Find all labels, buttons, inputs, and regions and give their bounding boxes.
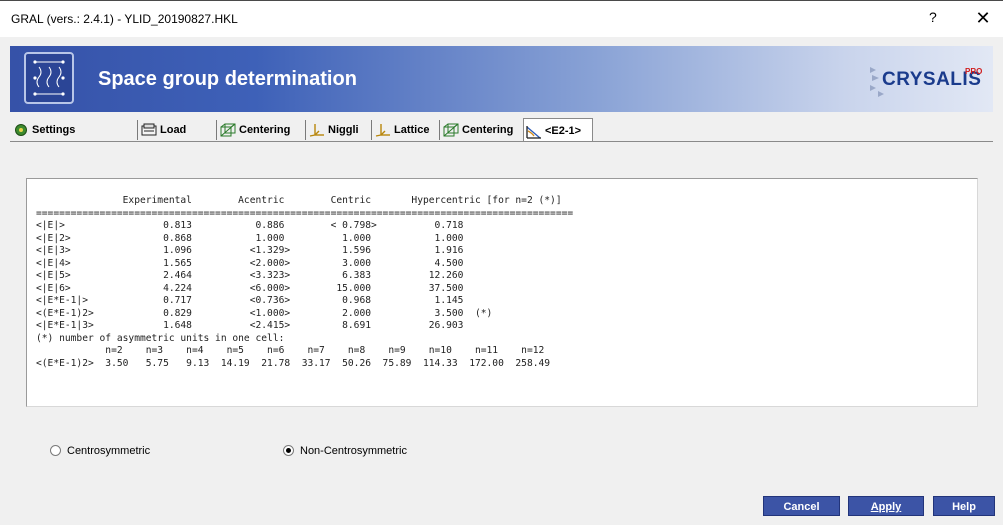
apply-button[interactable]: Apply xyxy=(848,496,924,516)
n-header: n=2 n=3 n=4 n=5 n=6 n=7 n=8 n=9 n=10 n=1… xyxy=(36,345,545,356)
stats-row: <|E*E-1|3> 1.648 <2.415> 8.691 26.903 xyxy=(36,320,464,331)
tab-label: Centering xyxy=(462,124,514,136)
non-centrosymmetric-radio[interactable]: Non-Centrosymmetric xyxy=(283,443,407,459)
tab-centering[interactable]: Centering xyxy=(220,120,306,140)
e2-icon xyxy=(526,124,542,139)
stats-row: <|E|4> 1.565 <2.000> 3.000 4.500 xyxy=(36,257,464,269)
tab-bar: Settings Load Centering Niggli Lattice C… xyxy=(10,118,993,142)
help-button[interactable]: Help xyxy=(933,496,995,516)
close-button[interactable]: ✕ xyxy=(970,6,996,30)
stats-row: <|E*E-1|> 0.717 <0.736> 0.968 1.145 xyxy=(36,295,464,306)
tab-label: Lattice xyxy=(394,124,430,136)
stats-separator: ========================================… xyxy=(36,207,574,219)
space-group-logo-icon xyxy=(24,52,74,104)
centering-icon xyxy=(443,123,459,137)
radio-label: Centrosymmetric xyxy=(67,445,151,457)
stats-row: <(E*E-1)2> 0.829 <1.000> 2.000 3.500 (*) xyxy=(36,307,493,319)
crysalis-logo: CRYSALIS PRO xyxy=(868,61,988,101)
header-banner: Space group determination CRYSALIS PRO xyxy=(10,46,993,112)
tab-divider xyxy=(10,141,993,142)
page-title: Space group determination xyxy=(98,68,357,90)
tab-label: Load xyxy=(160,124,187,136)
settings-icon xyxy=(13,123,29,137)
help-question-button[interactable]: ? xyxy=(929,9,937,25)
tab-label: <E2-1> xyxy=(545,125,582,137)
stats-note: (*) number of asymmetric units in one ce… xyxy=(36,332,285,344)
tab-label: Settings xyxy=(32,124,76,136)
window-title: GRAL (vers.: 2.4.1) - YLID_20190827.HKL xyxy=(11,12,238,26)
tab-settings[interactable]: Settings xyxy=(13,120,138,140)
tab-niggli[interactable]: Niggli xyxy=(309,120,372,140)
stats-row: <|E|6> 4.224 <6.000> 15.000 37.500 xyxy=(36,282,464,294)
cancel-button[interactable]: Cancel xyxy=(763,496,840,516)
brand-suffix: PRO xyxy=(965,67,983,76)
stats-header: Experimental Acentric Centric Hypercentr… xyxy=(36,195,562,206)
tab-load[interactable]: Load xyxy=(141,120,217,140)
stats-row: <|E|5> 2.464 <3.323> 6.383 12.260 xyxy=(36,270,464,281)
tab-lattice[interactable]: Lattice xyxy=(375,120,440,140)
stats-row: <|E|> 0.813 0.886 < 0.798> 0.718 xyxy=(36,220,464,231)
stats-row: <|E|3> 1.096 <1.329> 1.596 1.916 xyxy=(36,245,464,256)
title-bar: GRAL (vers.: 2.4.1) - YLID_20190827.HKL … xyxy=(0,1,1003,37)
statistics-text: Experimental Acentric Centric Hypercentr… xyxy=(36,195,573,370)
radio-indicator-selected xyxy=(283,444,294,456)
n-values: <(E*E-1)2> 3.50 5.75 9.13 14.19 21.78 33… xyxy=(36,357,551,369)
radio-indicator xyxy=(50,444,61,456)
apply-label: Apply xyxy=(870,501,902,513)
centrosymmetric-radio[interactable]: Centrosymmetric xyxy=(50,443,150,459)
centering-icon xyxy=(220,123,236,137)
load-icon xyxy=(141,123,157,137)
tab-label: Niggli xyxy=(328,124,359,136)
statistics-panel: Experimental Acentric Centric Hypercentr… xyxy=(26,178,978,407)
tab-centering-2[interactable]: Centering xyxy=(443,120,523,140)
niggli-icon xyxy=(309,123,325,137)
tab-e2-1[interactable]: <E2-1> xyxy=(523,118,593,142)
stats-row: <|E|2> 0.868 1.000 1.000 1.000 xyxy=(36,232,464,244)
lattice-icon xyxy=(375,123,391,137)
radio-label: Non-Centrosymmetric xyxy=(300,445,407,457)
tab-label: Centering xyxy=(239,124,291,136)
